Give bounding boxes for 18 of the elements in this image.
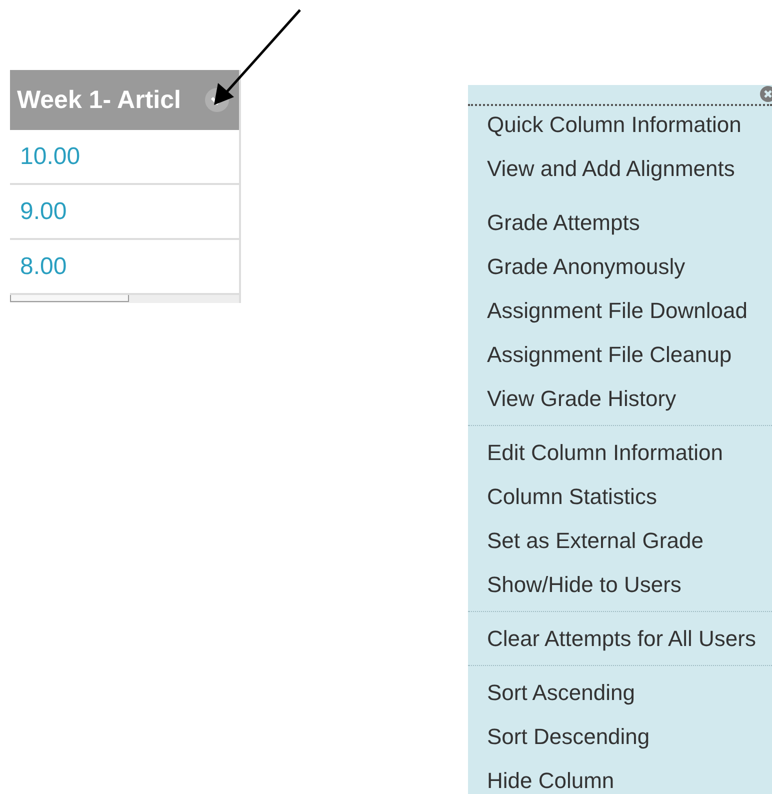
menu-item[interactable]: View and Add Alignments xyxy=(487,159,735,179)
menu-item[interactable]: Show/Hide to Users xyxy=(487,575,682,595)
menu-item[interactable]: View Grade History xyxy=(487,389,676,409)
menu-item[interactable]: Edit Column Information xyxy=(487,443,723,463)
column-title: Week 1- Articl xyxy=(17,86,181,114)
menu-item[interactable]: Hide Column xyxy=(487,771,614,791)
menu-item[interactable]: Set as External Grade xyxy=(487,531,704,551)
scroll-bar[interactable] xyxy=(10,295,239,303)
menu-item[interactable]: Quick Column Information xyxy=(487,115,742,135)
menu-item[interactable]: Grade Attempts xyxy=(487,213,640,233)
menu-item[interactable]: Assignment File Download xyxy=(487,301,748,321)
menu-item[interactable]: Grade Anonymously xyxy=(487,257,686,277)
close-icon[interactable] xyxy=(760,86,772,102)
menu-item[interactable]: Clear Attempts for All Users xyxy=(487,629,756,649)
menu-item[interactable]: Sort Descending xyxy=(487,727,650,747)
menu-item[interactable]: Sort Ascending xyxy=(487,683,635,703)
menu-item[interactable]: Column Statistics xyxy=(487,487,657,507)
menu-item[interactable]: Assignment File Cleanup xyxy=(487,345,732,365)
